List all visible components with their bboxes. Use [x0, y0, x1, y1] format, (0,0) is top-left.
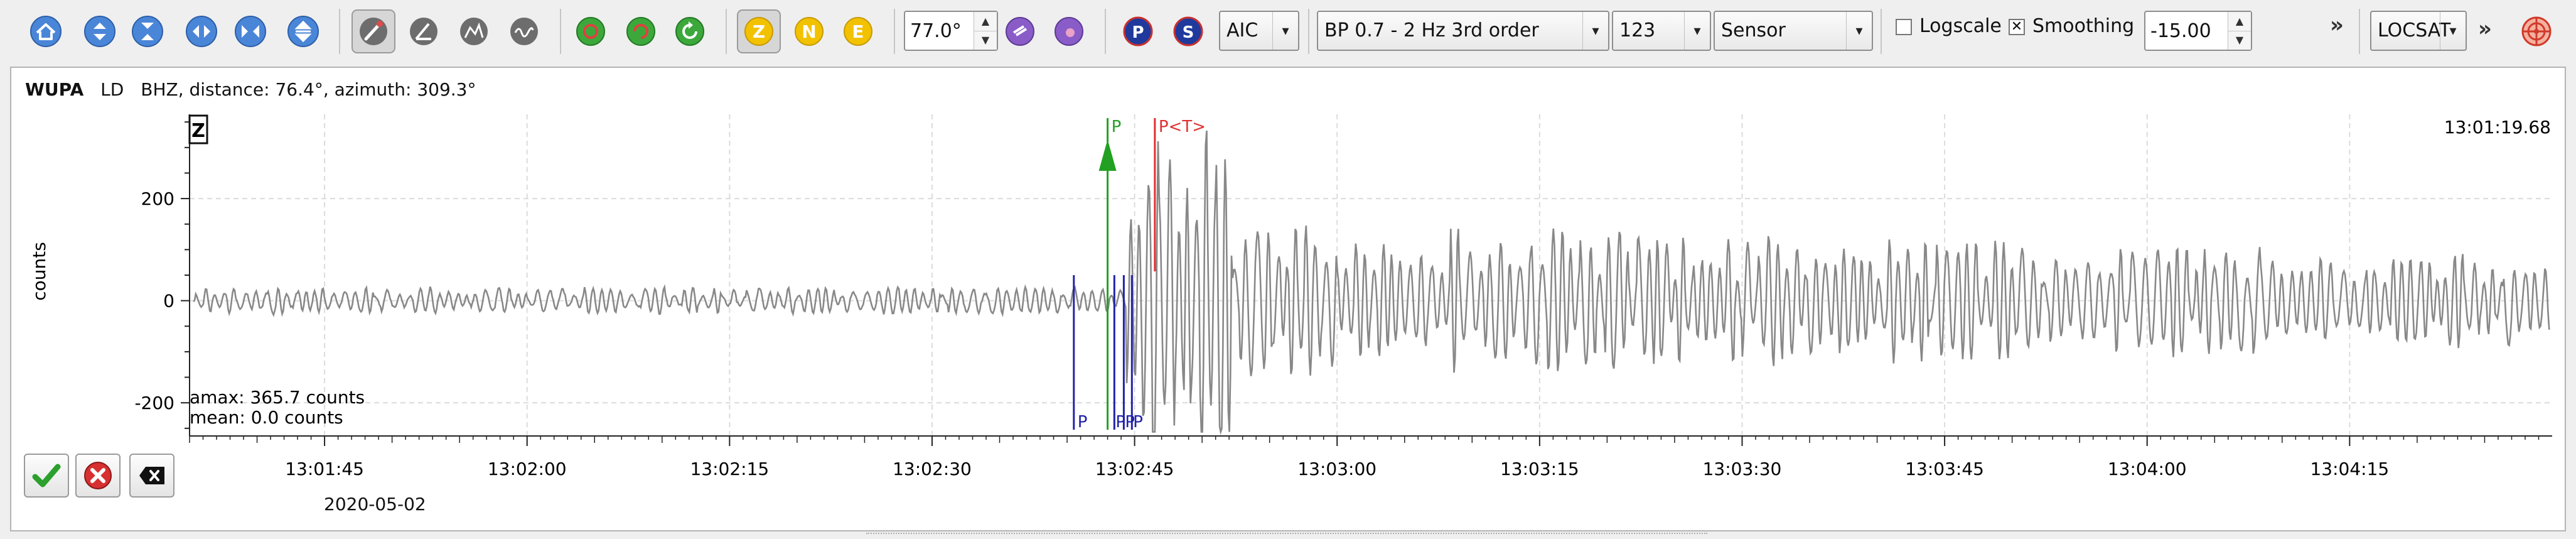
x-tick-label: 13:01:45	[285, 459, 364, 479]
amax-label: amax: 365.7 counts	[190, 387, 365, 408]
theoretical-pick-label: P<T>	[1159, 117, 1206, 136]
checkmark-icon	[32, 464, 61, 487]
component-marker: Z	[191, 120, 205, 142]
date-label: 2020-05-02	[324, 494, 426, 514]
x-tick-label: 13:04:00	[2108, 459, 2187, 479]
cancel-icon	[84, 462, 112, 489]
x-axis: 13:01:45 13:02:00 13:02:15 13:02:30 13:02:45…	[189, 435, 2552, 479]
y-tick-label: 0	[163, 291, 174, 312]
x-tick-label: 13:02:45	[1095, 459, 1174, 479]
x-tick-label: 13:04:15	[2310, 459, 2389, 479]
y-axis: 200 0 -200	[134, 114, 190, 436]
mean-label: mean: 0.0 counts	[190, 407, 343, 428]
y-tick-label: -200	[134, 393, 174, 413]
x-tick-label: 13:02:15	[690, 459, 769, 479]
trace-end-time: 13:01:19.68	[2444, 117, 2551, 138]
x-tick-label: 13:02:00	[488, 459, 567, 479]
y-tick-label: 200	[141, 188, 174, 209]
automatic-pick-label: P	[1133, 413, 1143, 432]
reject-button[interactable]	[75, 454, 121, 498]
y-axis-label: counts	[29, 242, 50, 301]
resize-grip[interactable]	[866, 533, 1707, 538]
manual-pick-label: P	[1112, 117, 1122, 136]
clear-button[interactable]	[129, 454, 174, 498]
x-tick-label: 13:02:30	[893, 459, 972, 479]
waveform-trace	[193, 130, 2550, 435]
x-tick-label: 13:03:45	[1905, 459, 1984, 479]
seismogram-plot[interactable]: 200 0 -200 13:01:45 13:02:00 13:02:15 13:02:3…	[0, 0, 2576, 539]
automatic-pick-label: P	[1078, 413, 1088, 432]
accept-button[interactable]	[24, 454, 69, 498]
x-tick-label: 13:03:15	[1500, 459, 1579, 479]
x-tick-label: 13:03:00	[1297, 459, 1377, 479]
backspace-icon	[139, 467, 164, 484]
x-tick-label: 13:03:30	[1703, 459, 1782, 479]
manual-pick-arrow	[1098, 139, 1117, 171]
